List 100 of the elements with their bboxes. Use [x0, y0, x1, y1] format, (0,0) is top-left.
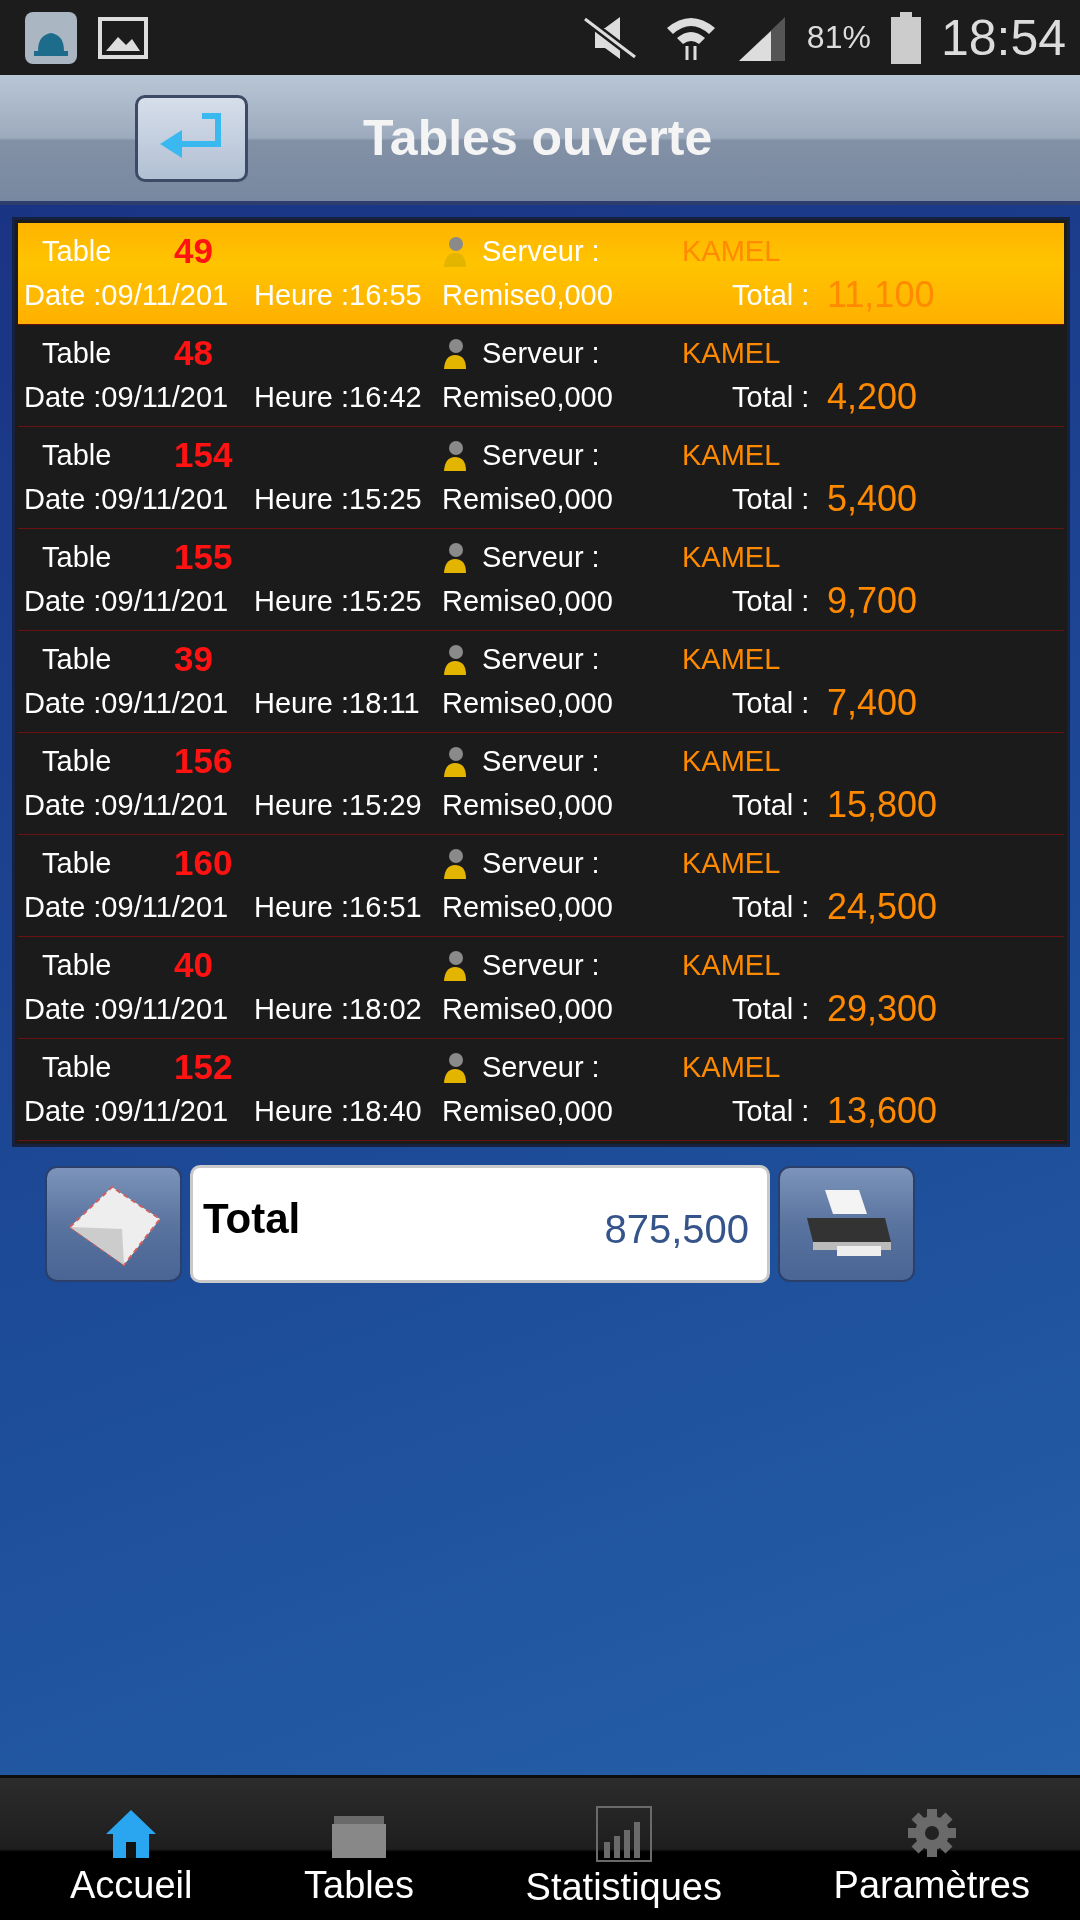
table-number: 154: [174, 435, 233, 475]
time-text: Heure :18:11: [254, 686, 420, 720]
person-icon: [442, 1051, 468, 1083]
table-label: Table: [41, 642, 113, 676]
battery-percentage: 81%: [806, 19, 871, 56]
table-number: 39: [174, 639, 213, 679]
back-button[interactable]: [135, 94, 248, 182]
total-label: Total :: [731, 584, 811, 618]
time-text: Heure :16:55: [254, 278, 422, 312]
total-amount: 29,300: [826, 988, 939, 1030]
discount-text: Remise0,000: [442, 482, 613, 516]
person-icon: [442, 337, 468, 369]
total-label: Total :: [731, 686, 811, 720]
discount-text: Remise0,000: [442, 278, 613, 312]
table-number: 48: [174, 333, 213, 373]
date-text: Date :09/11/201: [24, 482, 229, 516]
person-icon: [442, 541, 468, 573]
person-icon: [442, 745, 468, 777]
discount-text: Remise0,000: [442, 1094, 613, 1128]
person-icon: [442, 643, 468, 675]
total-amount: 9,700: [826, 580, 919, 622]
time-text: Heure :15:25: [254, 482, 422, 516]
server-name: KAMEL: [682, 846, 782, 880]
server-name: KAMEL: [682, 948, 782, 982]
time-text: Heure :15:25: [254, 584, 422, 618]
nav-tab[interactable]: Statistiques: [525, 1778, 722, 1920]
time-text: Heure :16:42: [254, 380, 422, 414]
discount-text: Remise0,000: [442, 584, 613, 618]
image-icon: [98, 16, 148, 59]
person-icon: [442, 847, 468, 879]
nav-tab[interactable]: Accueil: [70, 1778, 193, 1920]
total-amount: 13,600: [826, 1090, 939, 1132]
time-text: Heure :16:51: [254, 890, 422, 924]
grand-total-label: Total: [203, 1195, 301, 1243]
total-label: Total :: [731, 380, 811, 414]
total-amount: 24,500: [826, 886, 939, 928]
grand-total-value: 875,500: [604, 1206, 749, 1252]
total-label: Total :: [731, 278, 811, 312]
clock: 18:54: [940, 8, 1066, 67]
total-label: Total :: [731, 1094, 811, 1128]
server-label: Serveur :: [482, 948, 601, 982]
total-label: Total :: [731, 788, 811, 822]
server-label: Serveur :: [482, 846, 601, 880]
date-text: Date :09/11/201: [24, 380, 229, 414]
date-text: Date :09/11/201: [24, 1094, 229, 1128]
discount-text: Remise0,000: [442, 890, 613, 924]
total-amount: 4,200: [826, 376, 919, 418]
total-amount: 5,400: [826, 478, 919, 520]
table-label: Table: [41, 744, 113, 778]
total-label: Total :: [731, 992, 811, 1026]
table-label: Table: [41, 540, 113, 574]
date-text: Date :09/11/201: [24, 278, 229, 312]
server-label: Serveur :: [482, 540, 601, 574]
server-label: Serveur :: [482, 438, 601, 472]
server-name: KAMEL: [682, 744, 782, 778]
table-number: 40: [174, 945, 213, 985]
total-amount: 15,800: [826, 784, 939, 826]
total-label: Total :: [731, 890, 811, 924]
total-amount: 7,400: [826, 682, 919, 724]
server-label: Serveur :: [482, 336, 601, 370]
table-label: Table: [41, 234, 113, 268]
nav-tab[interactable]: Tables: [304, 1778, 414, 1920]
time-text: Heure :18:40: [254, 1094, 422, 1128]
table-label: Table: [41, 336, 113, 370]
discount-text: Remise0,000: [442, 380, 613, 414]
discount-text: Remise0,000: [442, 686, 613, 720]
server-name: KAMEL: [682, 336, 782, 370]
discount-text: Remise0,000: [442, 992, 613, 1026]
table-label: Table: [41, 438, 113, 472]
server-label: Serveur :: [482, 1050, 601, 1084]
date-text: Date :09/11/201: [24, 584, 229, 618]
discount-text: Remise0,000: [442, 788, 613, 822]
battery-icon: [890, 11, 921, 64]
server-name: KAMEL: [682, 540, 782, 574]
server-label: Serveur :: [482, 744, 601, 778]
server-name: KAMEL: [682, 1050, 782, 1084]
time-text: Heure :18:02: [254, 992, 422, 1026]
table-number: 152: [174, 1047, 233, 1087]
table-label: Table: [41, 846, 113, 880]
page-title: Tables ouverte: [363, 109, 713, 167]
person-icon: [442, 439, 468, 471]
server-name: KAMEL: [682, 642, 782, 676]
time-text: Heure :15:29: [254, 788, 422, 822]
table-number: 49: [174, 231, 213, 271]
table-label: Table: [41, 1050, 113, 1084]
nav-tab[interactable]: Paramètres: [833, 1778, 1030, 1920]
table-label: Table: [41, 948, 113, 982]
total-label: Total :: [731, 482, 811, 516]
email-button[interactable]: [45, 1166, 182, 1282]
table-number: 156: [174, 741, 233, 781]
person-icon: [442, 235, 468, 267]
server-label: Serveur :: [482, 234, 601, 268]
date-text: Date :09/11/201: [24, 890, 229, 924]
app-icon: [24, 10, 78, 65]
server-name: KAMEL: [682, 234, 782, 268]
person-icon: [442, 949, 468, 981]
print-button[interactable]: [778, 1166, 915, 1282]
date-text: Date :09/11/201: [24, 686, 229, 720]
table-number: 160: [174, 843, 233, 883]
date-text: Date :09/11/201: [24, 992, 229, 1026]
